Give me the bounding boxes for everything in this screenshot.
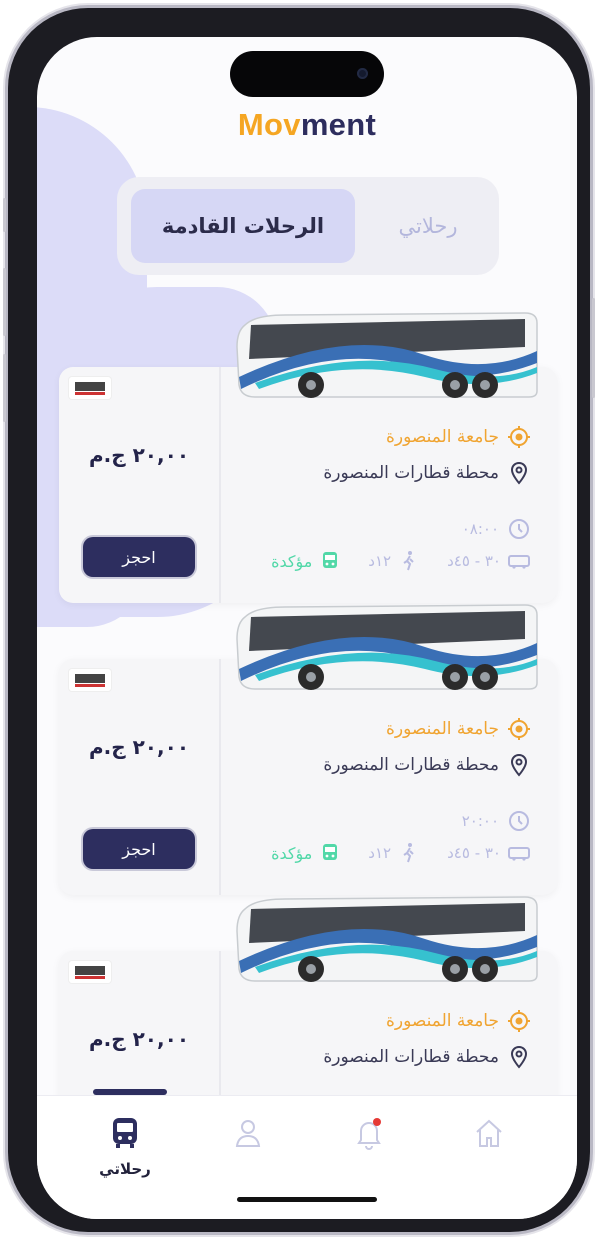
price-panel: ٢٠,٠٠ ج.م احجز: [59, 659, 221, 895]
bus-icon: [113, 1118, 137, 1148]
bus-image: [236, 604, 538, 690]
bus-image: [236, 312, 538, 398]
clock-icon: [509, 811, 529, 831]
trip-duration: ٣٠ - ٤٥د: [447, 844, 501, 862]
trip-card[interactable]: ٢٠,٠٠ ج.م احجز جامعة المنصورة محطة قطارا…: [59, 604, 557, 895]
trip-price: ٢٠,٠٠ ج.م: [88, 1027, 190, 1051]
destination-row: محطة قطارات المنصورة: [323, 1045, 531, 1069]
home-icon: [476, 1119, 502, 1147]
destination-text: محطة قطارات المنصورة: [323, 463, 499, 483]
location-pin-icon: [510, 1045, 528, 1069]
origin-text: جامعة المنصورة: [385, 719, 499, 739]
bus-image: [236, 896, 538, 982]
walk-icon: [403, 843, 414, 863]
mute-switch: [3, 198, 6, 232]
trip-price: ٢٠,٠٠ ج.م: [88, 443, 190, 467]
bus-side-icon: [508, 555, 530, 569]
home-indicator: [237, 1197, 377, 1202]
logo-part-ment: ment: [300, 107, 377, 142]
screen: Movment الرحلات القادمة رحلاتي ٢٠,٠٠ ج.م: [37, 37, 577, 1219]
location-pin-icon: [510, 461, 528, 485]
price-panel: ٢٠,٠٠ ج.م احجز: [59, 367, 221, 603]
bottom-navigation: رحلاتي: [37, 1095, 577, 1219]
origin-row: جامعة المنصورة: [386, 1009, 531, 1033]
target-icon: [508, 426, 530, 448]
dynamic-island: [230, 51, 384, 97]
volume-down-button: [3, 354, 6, 422]
company-logo: [69, 377, 111, 399]
trip-meta-row: ٣٠ - ٤٥د ١٢د مؤكدة: [271, 841, 531, 865]
origin-text: جامعة المنصورة: [385, 427, 499, 447]
logo-part-mov: Mov: [237, 107, 301, 142]
bus-side-icon: [508, 847, 530, 861]
trip-duration: ٣٠ - ٤٥د: [447, 552, 501, 570]
time-row: ٠٨:٠٠: [462, 517, 531, 541]
tab-my-trips[interactable]: رحلاتي: [363, 189, 493, 263]
destination-text: محطة قطارات المنصورة: [323, 1047, 499, 1067]
company-logo: [69, 669, 111, 691]
target-icon: [508, 1010, 530, 1032]
company-logo: [69, 961, 111, 983]
departure-time: ٠٨:٠٠: [461, 520, 499, 538]
location-pin-icon: [510, 753, 528, 777]
book-button[interactable]: احجز: [83, 537, 195, 577]
walk-time: ١٢د: [368, 844, 392, 862]
nav-item-profile[interactable]: [213, 1116, 283, 1154]
nav-item-my-trips[interactable]: رحلاتي: [90, 1116, 160, 1178]
trip-card[interactable]: ٢٠,٠٠ ج.م احجز جامعة المنصورة محطة قطارا…: [59, 312, 557, 603]
trip-status: مؤكدة: [271, 551, 313, 571]
power-button: [592, 298, 595, 398]
target-icon: [508, 718, 530, 740]
clock-icon: [509, 519, 529, 539]
bus-icon: [323, 844, 338, 860]
tab-upcoming-trips[interactable]: الرحلات القادمة: [131, 189, 355, 263]
trip-meta-row: ٣٠ - ٤٥د ١٢د مؤكدة: [271, 549, 531, 573]
destination-row: محطة قطارات المنصورة: [323, 753, 531, 777]
trip-status: مؤكدة: [271, 843, 313, 863]
origin-row: جامعة المنصورة: [386, 717, 531, 741]
nav-label-my-trips: رحلاتي: [99, 1160, 151, 1178]
time-row: ٢٠:٠٠: [462, 809, 531, 833]
destination-text: محطة قطارات المنصورة: [323, 755, 499, 775]
book-button[interactable]: احجز: [83, 829, 195, 869]
trips-tab-bar: الرحلات القادمة رحلاتي: [117, 177, 499, 275]
bus-icon: [323, 552, 338, 568]
bell-icon: [357, 1118, 381, 1150]
app-logo: Movment: [37, 107, 577, 143]
destination-row: محطة قطارات المنصورة: [323, 461, 531, 485]
volume-up-button: [3, 268, 6, 336]
walk-time: ١٢د: [368, 552, 392, 570]
walk-icon: [403, 551, 414, 571]
nav-item-notifications[interactable]: [334, 1116, 404, 1154]
departure-time: ٢٠:٠٠: [461, 812, 499, 830]
user-icon: [235, 1120, 261, 1147]
phone-frame: Movment الرحلات القادمة رحلاتي ٢٠,٠٠ ج.م: [3, 8, 595, 1232]
origin-text: جامعة المنصورة: [385, 1011, 499, 1031]
trip-price: ٢٠,٠٠ ج.م: [88, 735, 190, 759]
origin-row: جامعة المنصورة: [386, 425, 531, 449]
nav-item-home[interactable]: [454, 1116, 524, 1154]
